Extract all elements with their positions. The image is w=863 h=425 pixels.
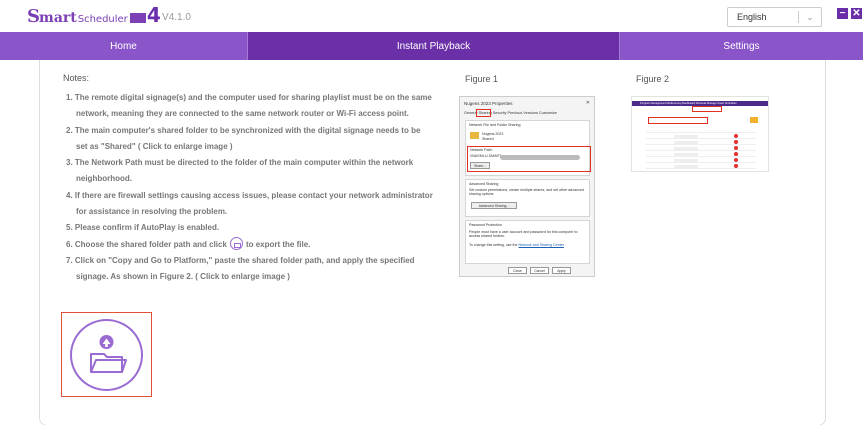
fig1-close-icon: ✕: [585, 100, 590, 106]
fig1-cancel-button: Cancel: [530, 267, 549, 274]
note-3-line-2: neighborhood.: [76, 174, 132, 184]
fig1-password-box: Password Protection People must have a u…: [465, 220, 590, 264]
note-2-line-2[interactable]: set as "Shared" ( Click to enlarge image…: [66, 139, 458, 155]
figure-1-label: Figure 1: [465, 74, 499, 84]
fig1-apply-button: Apply: [552, 267, 571, 274]
fig1-window-title: Nugens 2023 Properties: [464, 101, 513, 106]
chevron-down-icon[interactable]: ⌄: [799, 12, 821, 23]
note-item-1: 1. The remote digital signage(s) and the…: [66, 90, 458, 123]
tab-home[interactable]: Home: [0, 32, 247, 60]
folder-upload-icon: [90, 335, 127, 373]
note-7-line-2[interactable]: signage. As shown in Figure 2. ( Click t…: [66, 269, 458, 285]
fig2-apply-button: [750, 117, 758, 123]
fig2-cell: [674, 159, 698, 163]
language-value: English: [737, 12, 767, 22]
logo-badge: [129, 13, 146, 23]
notes-title: Notes:: [63, 73, 90, 83]
fig1-section-1: Network File and Folder Sharing: [469, 123, 521, 127]
fig2-status-dot: [734, 158, 738, 162]
fig1-close-button: Close: [508, 267, 527, 274]
fig2-menu: Program Management Media Group Dashboard…: [640, 102, 737, 105]
logo-mart: mart: [39, 10, 77, 26]
figure-1-thumbnail[interactable]: Nugens 2023 Properties ✕ General Sharing…: [459, 96, 595, 277]
fig2-row: [646, 162, 756, 163]
folder-icon: [470, 132, 479, 139]
note-4-line-1: 4. If there are firewall settings causin…: [66, 190, 433, 200]
note-5-line-1: 5. Please confirm if AutoPlay is enabled…: [66, 223, 220, 233]
fig2-row: [646, 144, 756, 145]
note-1-line-1: 1. The remote digital signage(s) and the…: [66, 93, 432, 102]
note-item-7[interactable]: 7. Click on "Copy and Go to Platform," p…: [66, 253, 458, 286]
logo-scheduler: Scheduler: [77, 14, 128, 25]
fig2-search-highlight: [648, 117, 708, 124]
fig1-folder-name: Nugens 2023: [482, 132, 504, 136]
close-button[interactable]: ✕: [851, 8, 862, 19]
fig2-row: [646, 150, 756, 151]
notes-list: 1. The remote digital signage(s) and the…: [66, 90, 458, 286]
note-4-line-2: for assistance in resolving the problem.: [76, 207, 228, 217]
fig1-section-3: Password Protection: [469, 223, 502, 227]
fig2-row: [646, 138, 756, 139]
export-button-highlight[interactable]: [61, 312, 152, 397]
fig2-row: [646, 132, 756, 133]
note-item-4: 4. If there are firewall settings causin…: [66, 188, 458, 221]
note-3-line-1: 3. The Network Path must be directed to …: [66, 158, 414, 168]
fig2-popup-highlight: [692, 106, 722, 112]
title-bar: S mart Scheduler 4 V4.1.0 English ⌄ − ✕: [0, 0, 863, 32]
fig2-cell: [674, 153, 698, 157]
fig2-cell: [674, 165, 698, 169]
export-button[interactable]: [70, 319, 143, 391]
logo-s: S: [27, 6, 40, 27]
folder-export-icon: [229, 237, 243, 251]
note-item-2[interactable]: 2. The main computer's shared folder to …: [66, 123, 458, 156]
minimize-button[interactable]: −: [837, 8, 848, 19]
fig1-section-2: Advanced Sharing: [469, 182, 499, 186]
fig2-status-dot: [734, 164, 738, 168]
figure-2-label: Figure 2: [636, 74, 670, 84]
version-label: V4.1.0: [162, 12, 191, 23]
fig1-advanced-box: Advanced Sharing Set custom permissions,…: [465, 179, 590, 217]
note-1-line-2: network, meaning they are connected to t…: [76, 109, 409, 119]
note-6-before: 6. Choose the shared folder path and cli…: [66, 239, 227, 249]
fig1-network-path-highlight: [467, 146, 591, 172]
logo-four: 4: [146, 3, 161, 27]
note-item-6: 6. Choose the shared folder path and cli…: [66, 237, 458, 253]
language-select[interactable]: English ⌄: [727, 7, 822, 27]
tab-instant-playback[interactable]: Instant Playback: [247, 32, 620, 60]
fig2-status-dot: [734, 152, 738, 156]
figure-2-thumbnail[interactable]: Program Management Media Group Dashboard…: [631, 96, 769, 172]
note-item-3: 3. The Network Path must be directed to …: [66, 155, 458, 188]
fig2-row: [646, 168, 756, 169]
fig1-folder-state: Shared: [482, 137, 494, 141]
fig1-advanced-button: Advanced Sharing...: [471, 202, 517, 209]
note-item-5: 5. Please confirm if AutoPlay is enabled…: [66, 220, 458, 236]
main-nav: Home Instant Playback Settings: [0, 32, 863, 60]
note-2-line-1: 2. The main computer's shared folder to …: [66, 125, 421, 135]
fig1-sharing-tab-highlight: [476, 109, 491, 117]
note-7-line-1: 7. Click on "Copy and Go to Platform," p…: [66, 255, 415, 265]
fig1-link-prefix: To change this setting, use the: [469, 243, 518, 247]
fig1-network-center-link: Network and Sharing Center: [518, 243, 564, 247]
fig1-section-2-text: Set custom permissions, create multiple …: [469, 188, 584, 196]
fig2-status-dot: [734, 140, 738, 144]
fig2-cell: [674, 141, 698, 145]
fig2-row: [646, 156, 756, 157]
fig1-section-3-link-line: To change this setting, use the Network …: [469, 243, 564, 247]
fig2-status-dot: [734, 146, 738, 150]
fig2-status-dot: [734, 134, 738, 138]
fig2-cell: [674, 135, 698, 139]
fig2-cell: [674, 147, 698, 151]
note-6-after: to export the file.: [245, 239, 311, 249]
app-logo: S mart Scheduler 4: [27, 3, 161, 28]
fig1-section-3-text: People must have a user account and pass…: [469, 230, 578, 238]
tab-settings[interactable]: Settings: [620, 32, 863, 60]
